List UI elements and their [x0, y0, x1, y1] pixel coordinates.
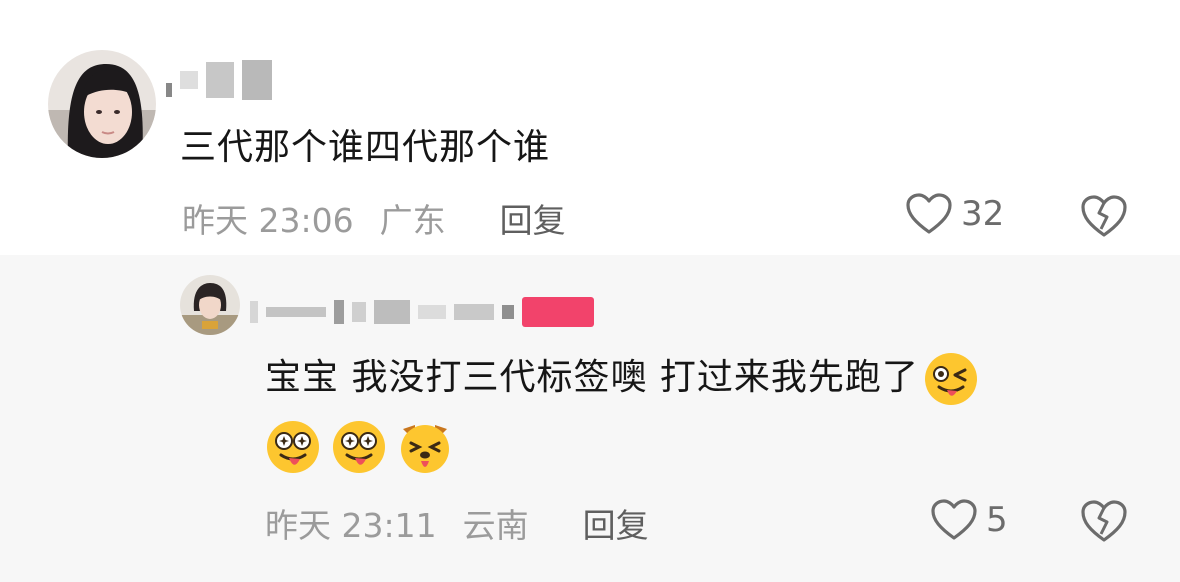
name-pixel [334, 300, 344, 324]
like-button[interactable]: 32 [905, 192, 1004, 236]
star-eyes-tongue-emoji-icon [267, 421, 319, 473]
avatar[interactable] [48, 50, 156, 158]
reply-comment: 宝宝 我没打三代标签噢 打过来我先跑了 昨天 23:11 云南 回复 5 [0, 255, 1180, 582]
heart-outline-icon [931, 499, 977, 540]
like-count: 5 [986, 500, 1008, 540]
comment-time: 昨天 23:11 [265, 506, 437, 545]
name-pixel [266, 307, 326, 317]
comment-text: 宝宝 我没打三代标签噢 打过来我先跑了 [265, 351, 1125, 407]
avatar-image [180, 275, 240, 335]
name-tag-redacted [522, 297, 594, 327]
comment-location: 云南 [462, 506, 529, 545]
comment: 三代那个谁四代那个谁 昨天 23:06 广东 回复 32 [0, 0, 1180, 255]
like-button[interactable]: 5 [930, 498, 1008, 542]
comment-time: 昨天 23:06 [182, 201, 354, 240]
avatar[interactable] [180, 275, 240, 335]
like-count: 32 [961, 194, 1005, 234]
comment-meta: 昨天 23:11 云南 回复 [265, 499, 649, 547]
broken-heart-icon [1081, 195, 1127, 237]
heart-outline-icon [906, 193, 952, 234]
emoji-row [265, 419, 453, 475]
name-pixel [418, 305, 446, 319]
name-pixel [454, 304, 494, 320]
name-pixel [242, 60, 272, 100]
name-pixel [180, 71, 198, 89]
reply-button[interactable]: 回复 [583, 499, 649, 547]
star-eyes-tongue-emoji-icon [333, 421, 385, 473]
username-redacted[interactable] [166, 58, 272, 102]
username-redacted[interactable] [250, 297, 594, 327]
name-pixel [374, 300, 410, 324]
wink-tongue-emoji-icon [924, 353, 977, 405]
comment-text: 三代那个谁四代那个谁 [180, 127, 551, 168]
avatar-image [48, 50, 156, 158]
dislike-button[interactable] [1080, 498, 1128, 548]
name-pixel [166, 83, 172, 97]
name-pixel [250, 301, 258, 323]
comment-meta: 昨天 23:06 广东 回复 [182, 194, 566, 242]
comment-text-body: 宝宝 我没打三代标签噢 打过来我先跑了 [265, 357, 919, 398]
broken-heart-icon [1081, 500, 1127, 542]
dog-face-emoji-icon [401, 425, 449, 473]
name-pixel [206, 62, 234, 98]
dislike-button[interactable] [1080, 193, 1128, 243]
name-pixel [502, 305, 514, 319]
reply-button[interactable]: 回复 [500, 194, 566, 242]
comment-location: 广东 [379, 201, 446, 240]
name-pixel [352, 302, 366, 322]
